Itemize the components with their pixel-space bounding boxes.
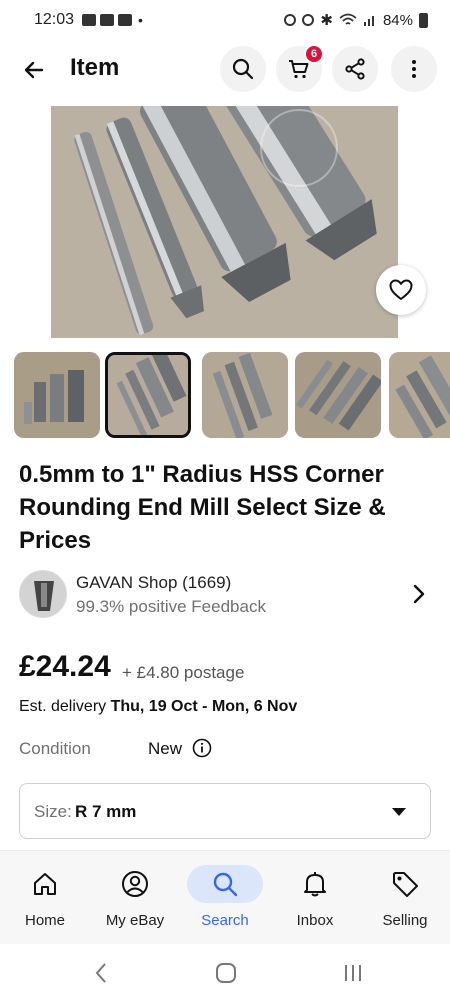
home-icon [34,873,56,895]
status-bar: 12:03 • ✱ 84% [0,0,450,40]
bell-icon [304,872,326,897]
size-value: R 7 mm [75,802,137,821]
nav-my-ebay-label: My eBay [105,912,165,929]
recents-icon [345,965,361,981]
condition-label: Condition [19,739,91,758]
postage-cost: + £4.80 postage [122,663,245,682]
seller-feedback: 99.3% positive Feedback [76,597,266,616]
share-icon [345,58,365,80]
nav-inbox[interactable]: Inbox [270,851,360,945]
nav-selling-label: Selling [382,912,428,929]
info-icon[interactable] [192,738,212,758]
chevron-right-icon [413,584,425,604]
caret-down-icon [392,808,406,816]
nav-selling[interactable]: Selling [360,851,450,945]
search-icon [232,58,254,80]
clock-icon [302,14,315,26]
nav-my-ebay[interactable]: My eBay [90,851,180,945]
chevron-left-icon [95,963,106,983]
status-time: 12:03 [34,11,75,28]
more-vertical-icon [412,60,416,78]
bottom-navigation: Home My eBay Search Inbox Selling [0,850,450,944]
heart-icon [389,279,413,300]
battery-icon [419,12,428,28]
thumbnail-strip [14,352,450,438]
bluetooth-icon: ✱ [320,12,333,29]
thumbnail-image[interactable] [389,352,450,438]
system-recents-button[interactable] [340,960,366,986]
share-button[interactable] [332,46,378,92]
watchlist-button[interactable] [376,265,426,315]
delivery-dates: Thu, 19 Oct - Mon, 6 Nov [110,698,298,715]
home-outline-icon [216,963,236,983]
seller-info[interactable]: GAVAN Shop (1669) 99.3% positive Feedbac… [19,570,431,620]
delivery-label: Est. delivery [19,698,107,715]
condition-value: New [148,739,183,758]
system-back-button[interactable] [88,960,114,986]
product-photo [51,106,398,338]
cart-button[interactable]: 6 [276,44,324,92]
nav-search[interactable]: Search [180,851,270,945]
search-icon [213,872,238,897]
account-icon [122,871,148,897]
wifi-icon [339,13,357,25]
tag-icon [393,872,418,897]
search-button[interactable] [220,46,266,92]
back-button[interactable] [14,50,54,90]
more-options-button[interactable] [391,46,437,92]
thumbnail-image[interactable] [14,352,100,438]
nav-home[interactable]: Home [0,851,90,945]
nav-home-label: Home [24,912,65,929]
thumbnail-image[interactable] [295,352,381,438]
battery-level: 84% [382,11,413,29]
nav-search-label: Search [201,912,249,929]
signal-icon [363,16,374,26]
nav-inbox-label: Inbox [296,912,334,929]
thumbnail-image[interactable] [202,352,288,438]
size-label: Size: [34,802,72,821]
item-price: £24.24 [19,650,111,683]
estimated-delivery: Est. delivery Thu, 19 Oct - Mon, 6 Nov [19,698,297,716]
page-title: Item [70,54,120,81]
seller-name: GAVAN Shop (1669) [76,573,232,592]
thumbnail-image-selected[interactable] [105,352,191,438]
system-navigation-bar [0,944,450,1000]
size-select[interactable]: Size: R 7 mm [19,783,431,839]
system-home-button[interactable] [213,960,239,986]
notification-icons: • [82,12,143,28]
app-header: Item 6 [0,40,450,98]
arrow-left-icon [24,61,44,79]
alarm-icon [284,14,297,26]
seller-avatar [19,570,67,618]
product-main-image[interactable] [51,106,398,338]
cart-count-badge: 6 [304,44,324,64]
item-title: 0.5mm to 1" Radius HSS Corner Rounding E… [19,461,386,554]
